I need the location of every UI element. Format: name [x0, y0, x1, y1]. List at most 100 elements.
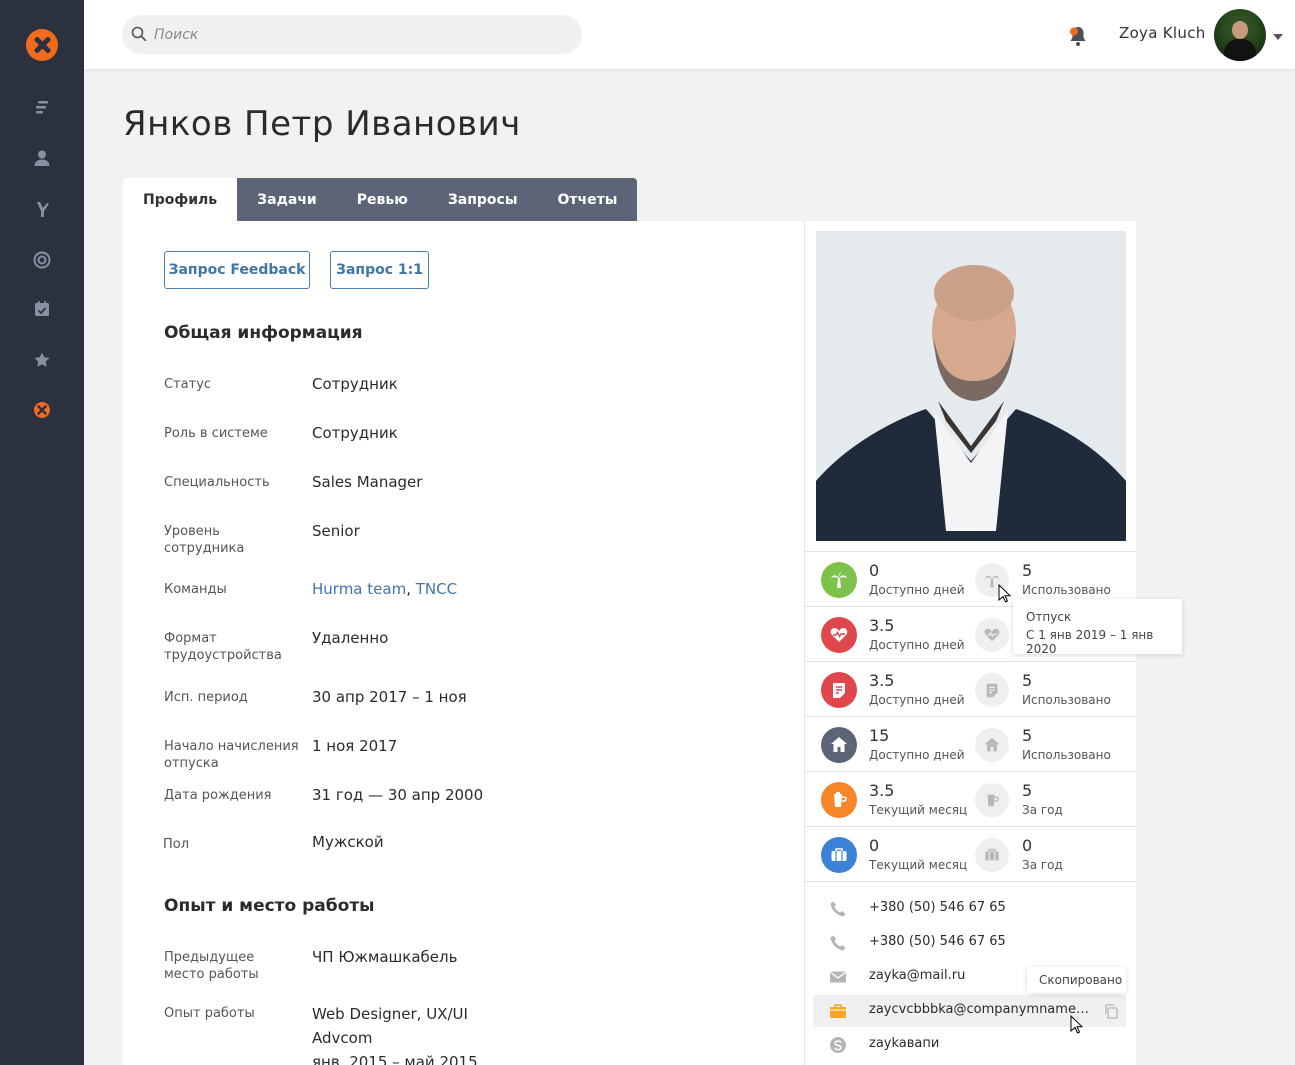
contact-text: +380 (50) 546 67 65 — [869, 900, 1006, 915]
recruiting-icon[interactable] — [32, 199, 52, 219]
vacation-stat-row: 0 Доступно дней 5 Использовано — [805, 551, 1137, 606]
request-feedback-button[interactable]: Запрос Feedback — [164, 251, 310, 289]
experience-position: Web Designer, UX/UI — [312, 1005, 468, 1023]
field-label: Пол — [163, 837, 190, 852]
search-input[interactable] — [154, 15, 574, 54]
field-label: Специальность — [164, 475, 270, 490]
request-one-on-one-button[interactable]: Запрос 1:1 — [330, 251, 429, 289]
mail-icon — [829, 971, 847, 983]
available-days-label: Доступно дней — [869, 748, 965, 762]
available-days: 3.5 — [869, 671, 895, 690]
field-label: Роль в системе — [164, 426, 268, 441]
field-label: Дата рождения — [164, 788, 272, 803]
birthdate-value: 31 год — 30 апр 2000 — [312, 786, 484, 804]
specialty-value: Sales Manager — [312, 473, 423, 491]
available-days: 15 — [869, 726, 890, 745]
avatar[interactable] — [1214, 9, 1266, 61]
team-link[interactable]: TNCC — [416, 580, 457, 598]
used-days: 5 — [1022, 561, 1033, 580]
document-icon[interactable] — [975, 673, 1009, 707]
team-separator: , — [406, 580, 411, 598]
available-days-label: Доступно дней — [869, 638, 965, 652]
phone-icon — [830, 901, 846, 917]
heart-pulse-icon[interactable] — [975, 618, 1009, 652]
year-count: 0 — [1022, 836, 1033, 855]
vacation-start-value: 1 ноя 2017 — [312, 737, 398, 755]
search-box[interactable] — [122, 15, 582, 54]
feed-icon[interactable] — [32, 97, 52, 117]
role-value: Сотрудник — [312, 424, 398, 442]
status-value: Сотрудник — [312, 375, 398, 393]
skype-icon — [830, 1037, 846, 1053]
phone-icon — [830, 935, 846, 951]
contact-text: zaykaвапи — [869, 1036, 940, 1051]
home-icon[interactable] — [975, 728, 1009, 762]
tab-profile[interactable]: Профиль — [123, 178, 238, 221]
user-name[interactable]: Zoya Kluch — [1119, 24, 1206, 42]
tab-review[interactable]: Ревью — [336, 178, 428, 221]
profile-tabs: Профиль Задачи Ревью Запросы Отчеты — [123, 178, 638, 221]
contact-phone[interactable]: +380 (50) 546 67 65 — [813, 893, 1126, 925]
previous-workplace-value: ЧП Южмашкабель — [312, 948, 458, 966]
used-days: 5 — [1022, 726, 1033, 745]
experience-company: Advcom — [312, 1029, 373, 1047]
star-icon[interactable] — [32, 350, 52, 370]
palm-tree-icon — [821, 562, 857, 598]
used-days: 5 — [1022, 671, 1033, 690]
experience-dates: янв. 2015 – май 2015 — [312, 1053, 478, 1065]
team-link[interactable]: Hurma team — [312, 580, 406, 598]
employee-photo — [816, 231, 1126, 541]
current-month-label: Текущий месяц — [869, 858, 968, 872]
field-label: Исп. период — [164, 690, 248, 705]
contact-phone[interactable]: +380 (50) 546 67 65 — [813, 927, 1126, 959]
tab-reports[interactable]: Отчеты — [537, 178, 638, 221]
available-days: 0 — [869, 561, 880, 580]
contact-text: zaycvcbbbka@companymname.com — [869, 1002, 1091, 1017]
field-label: Статус — [164, 377, 212, 392]
app-logo-icon[interactable] — [26, 29, 58, 61]
remote-stat-row: 15 Доступно дней 5 Использовано — [805, 716, 1137, 771]
copied-tooltip-text: Скопировано — [1039, 973, 1123, 987]
profile-info: Запрос Feedback Запрос 1:1 Общая информа… — [123, 221, 804, 1065]
business-trip-stat-row: 0 Текущий месяц 0 За год — [805, 826, 1137, 881]
available-days: 3.5 — [869, 616, 895, 635]
target-icon[interactable] — [32, 250, 52, 270]
briefcase-icon — [821, 837, 857, 873]
chevron-down-icon[interactable] — [1273, 34, 1283, 40]
copy-icon[interactable] — [1103, 1003, 1119, 1019]
notification-bell-icon[interactable] — [1066, 24, 1090, 48]
field-label: Опыт работы — [164, 1006, 255, 1021]
used-days-label: Использовано — [1022, 583, 1111, 597]
user-icon[interactable] — [32, 148, 52, 168]
field-label: Начало начисления отпуска — [164, 739, 299, 771]
copied-tooltip: Скопировано — [1027, 967, 1126, 993]
field-label: Команды — [164, 582, 227, 597]
available-days-label: Доступно дней — [869, 693, 965, 707]
tab-tasks[interactable]: Задачи — [237, 178, 337, 221]
used-days-label: Использовано — [1022, 693, 1111, 707]
work-mail-icon — [830, 1004, 846, 1018]
available-days-label: Доступно дней — [869, 583, 965, 597]
used-days-label: Использовано — [1022, 748, 1111, 762]
profile-card: Запрос Feedback Запрос 1:1 Общая информа… — [123, 221, 1137, 1065]
probation-value: 30 апр 2017 – 1 ноя — [312, 688, 467, 706]
gender-value: Мужской — [312, 833, 384, 851]
hurma-icon[interactable] — [32, 400, 52, 420]
coffee-cup-icon[interactable] — [975, 783, 1009, 817]
field-label: Предыдущее место работы — [164, 950, 259, 982]
search-icon — [131, 26, 147, 42]
contact-text: +380 (50) 546 67 65 — [869, 934, 1006, 949]
document-stat-row: 3.5 Доступно дней 5 Использовано — [805, 661, 1137, 716]
mouse-cursor-icon — [998, 584, 1012, 603]
tooltip-title: Отпуск — [1026, 610, 1072, 624]
vacation-tooltip: Отпуск С 1 янв 2019 – 1 янв 2020 — [1013, 599, 1182, 656]
heart-pulse-icon — [821, 617, 857, 653]
teams-value: Hurma team, TNCC — [312, 577, 457, 601]
tab-requests[interactable]: Запросы — [427, 178, 538, 221]
contacts-list: +380 (50) 546 67 65 +380 (50) 546 67 65 … — [805, 881, 1137, 1053]
briefcase-icon[interactable] — [975, 838, 1009, 872]
calendar-check-icon[interactable] — [32, 299, 52, 319]
document-icon — [821, 672, 857, 708]
field-label: Формат трудоустройства — [164, 631, 282, 663]
general-info-title: Общая информация — [164, 323, 363, 343]
